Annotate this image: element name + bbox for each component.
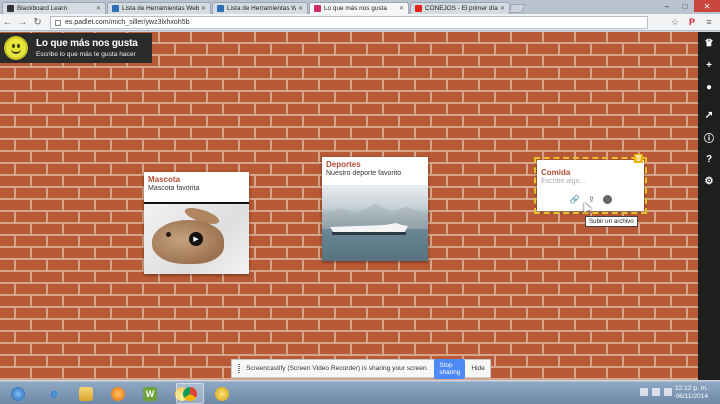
tab-herramientas-1[interactable]: Lista de Herramientas Web ✕ bbox=[107, 2, 211, 14]
page-title: Lo que más nos gusta bbox=[36, 38, 138, 49]
cruise-ship-image[interactable] bbox=[322, 185, 428, 261]
media-player-icon bbox=[111, 386, 125, 401]
system-tray bbox=[640, 388, 672, 396]
post-title-input[interactable]: Comida bbox=[537, 160, 644, 177]
hide-button[interactable]: Hide bbox=[471, 365, 485, 372]
tab-blackboard[interactable]: Blackboard Learn ✕ bbox=[2, 2, 106, 14]
tab-label: Lista de Herramientas Web bbox=[227, 5, 296, 12]
forward-icon[interactable]: → bbox=[15, 15, 30, 30]
blackboard-favicon-icon bbox=[7, 5, 14, 12]
trash-icon[interactable]: 🗑 bbox=[634, 154, 643, 163]
post-comida[interactable]: 🗑 Comida Escribe algo... 🔗 ⇪ bbox=[534, 154, 647, 214]
internet-explorer-icon: e bbox=[50, 385, 58, 401]
mountain-image bbox=[322, 203, 428, 229]
youtube-favicon-icon bbox=[415, 5, 422, 12]
new-tab-button[interactable] bbox=[508, 4, 526, 13]
tab-label: Lo que más nos gusta bbox=[324, 5, 387, 12]
padlet-sidebar: ♛ + ● ↗ ⓘ ? ⚙ bbox=[698, 32, 720, 380]
taskbar-explorer[interactable] bbox=[72, 383, 100, 404]
windows-taskbar: e W 12:12 p. m. 06/11/2014 bbox=[0, 381, 720, 404]
tray-volume-icon[interactable] bbox=[664, 388, 672, 396]
tab-label: CONEJOS - El primer día de bbox=[425, 5, 498, 12]
padlet-header[interactable]: Lo que más nos gusta Escribe lo que más … bbox=[0, 33, 152, 63]
stop-sharing-button[interactable]: Stop sharing bbox=[434, 358, 466, 379]
post-deportes[interactable]: Deportes Nuestro deporte favorito bbox=[322, 157, 428, 261]
tab-label: Blackboard Learn bbox=[17, 5, 68, 12]
share-icon[interactable]: ↗ bbox=[698, 104, 720, 126]
star-icon[interactable]: ☆ bbox=[668, 15, 682, 29]
window-controls: – □ ✕ bbox=[658, 0, 720, 12]
folder-icon bbox=[79, 386, 93, 401]
address-bar[interactable]: es.padlet.com/mich_siller/ywz3lxhxoh5b bbox=[50, 16, 648, 29]
close-tab-icon[interactable]: ✕ bbox=[298, 5, 303, 12]
reload-icon[interactable]: ↻ bbox=[30, 15, 45, 30]
browser-toolbar: ← → ↻ es.padlet.com/mich_siller/ywz3lxhx… bbox=[0, 14, 720, 31]
page-icon bbox=[55, 19, 61, 26]
taskbar-word[interactable]: W bbox=[136, 383, 164, 404]
pinterest-icon[interactable]: P bbox=[685, 15, 699, 29]
share-message: Screencastify (Screen Video Recorder) is… bbox=[246, 365, 429, 372]
post-title: Mascota bbox=[148, 175, 181, 184]
tab-conejos[interactable]: CONEJOS - El primer día de ✕ bbox=[410, 2, 510, 14]
tab-strip: Blackboard Learn ✕ Lista de Herramientas… bbox=[0, 0, 720, 14]
minimize-icon[interactable]: – bbox=[658, 0, 676, 12]
windows-start-icon bbox=[11, 386, 25, 401]
close-window-icon[interactable]: ✕ bbox=[694, 0, 720, 12]
back-icon[interactable]: ← bbox=[0, 15, 15, 30]
padlet-favicon-icon bbox=[314, 5, 321, 12]
play-icon[interactable]: ▶ bbox=[189, 232, 203, 246]
chrome-icon bbox=[183, 386, 197, 401]
drag-handle[interactable] bbox=[238, 364, 240, 373]
close-tab-icon[interactable]: ✕ bbox=[201, 5, 206, 12]
plus-icon[interactable]: + bbox=[698, 54, 720, 76]
rabbit-video-thumbnail[interactable]: ▶ bbox=[144, 202, 249, 274]
gear-icon[interactable]: ⚙ bbox=[698, 170, 720, 192]
tray-network-icon[interactable] bbox=[652, 388, 660, 396]
close-tab-icon[interactable]: ✕ bbox=[500, 5, 505, 12]
tab-herramientas-2[interactable]: Lista de Herramientas Web ✕ bbox=[212, 2, 308, 14]
post-body: Mascota favorita bbox=[148, 185, 200, 192]
document-favicon-icon bbox=[112, 5, 119, 12]
taskbar-chrome[interactable] bbox=[176, 383, 204, 404]
close-tab-icon[interactable]: ✕ bbox=[96, 5, 101, 12]
url-text: es.padlet.com/mich_siller/ywz3lxhxoh5b bbox=[65, 19, 190, 26]
post-mascota[interactable]: Mascota Mascota favorita ▶ bbox=[144, 172, 249, 274]
tab-padlet[interactable]: Lo que más nos gusta ✕ bbox=[309, 2, 409, 14]
camera-icon[interactable] bbox=[603, 195, 612, 204]
w-app-icon: W bbox=[143, 386, 157, 401]
crown-icon[interactable]: ♛ bbox=[698, 32, 720, 54]
taskbar-ie[interactable]: e bbox=[40, 383, 68, 404]
help-icon[interactable]: ? bbox=[698, 148, 720, 170]
start-button[interactable] bbox=[4, 383, 32, 404]
smiley-avatar-icon bbox=[4, 36, 28, 60]
globe-icon bbox=[215, 386, 229, 401]
tray-flag-icon[interactable] bbox=[640, 388, 648, 396]
taskbar-globe[interactable] bbox=[208, 383, 236, 404]
clock-time: 12:12 p. m. bbox=[675, 385, 708, 392]
taskbar-clock[interactable]: 12:12 p. m. 06/11/2014 bbox=[675, 385, 708, 401]
page-subtitle: Escribe lo que más te gusta hacer bbox=[36, 51, 136, 58]
taskbar-media[interactable] bbox=[104, 383, 132, 404]
tab-label: Lista de Herramientas Web bbox=[122, 5, 199, 12]
post-title: Deportes bbox=[326, 160, 361, 169]
clock-date: 06/11/2014 bbox=[675, 393, 708, 400]
ship-hull-image bbox=[332, 232, 406, 235]
user-icon[interactable]: ● bbox=[698, 76, 720, 98]
maximize-icon[interactable]: □ bbox=[676, 0, 694, 12]
post-body: Nuestro deporte favorito bbox=[326, 170, 402, 177]
post-body-input[interactable]: Escribe algo... bbox=[537, 177, 644, 188]
close-tab-icon[interactable]: ✕ bbox=[399, 5, 404, 12]
screen-share-bar: Screencastify (Screen Video Recorder) is… bbox=[231, 358, 491, 379]
rabbit-image bbox=[152, 220, 224, 264]
link-icon[interactable]: 🔗 bbox=[569, 194, 580, 205]
rabbit-image bbox=[166, 232, 171, 237]
menu-icon[interactable]: ≡ bbox=[702, 15, 716, 29]
upload-tooltip: Subir un archivo bbox=[585, 216, 638, 227]
info-icon[interactable]: ⓘ bbox=[698, 126, 720, 148]
document-favicon-icon bbox=[217, 5, 224, 12]
